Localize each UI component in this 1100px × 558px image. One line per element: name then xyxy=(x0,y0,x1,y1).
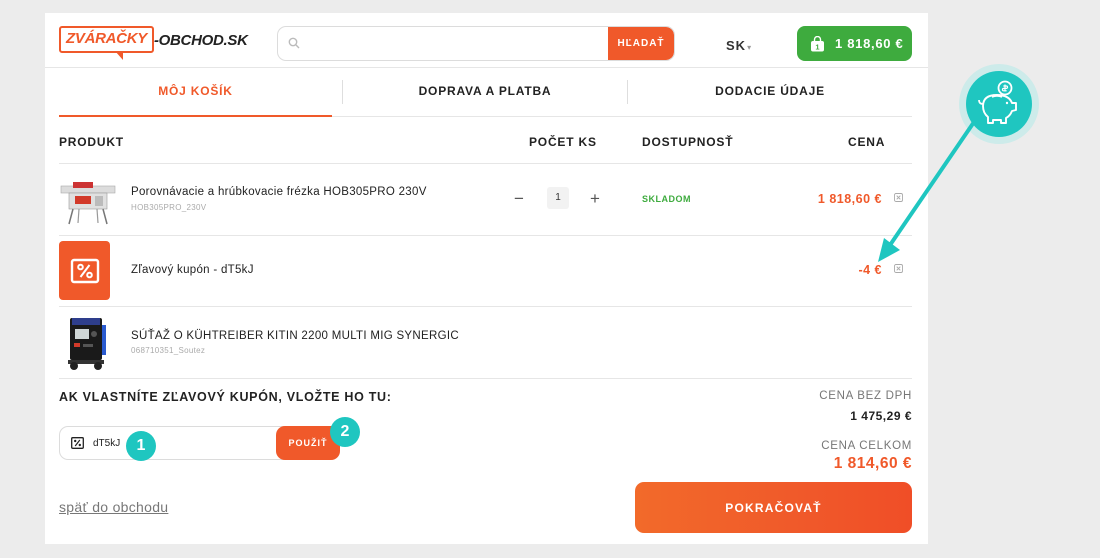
qty-increase-button[interactable]: + xyxy=(590,189,600,209)
subtotal-label: CENA BEZ DPH xyxy=(819,390,912,402)
qty-input[interactable]: 1 xyxy=(547,187,569,209)
logo-box: ZVÁRAČKY xyxy=(59,26,154,60)
column-header-availability: DOSTUPNOSŤ xyxy=(642,135,734,149)
row-divider xyxy=(59,306,912,307)
column-header-product: PRODUKT xyxy=(59,135,124,149)
tab-delivery-details[interactable]: DODACIE ÚDAJE xyxy=(628,84,912,98)
qty-decrease-button[interactable]: − xyxy=(514,189,524,209)
logo-main: ZVÁRAČKY xyxy=(66,30,147,47)
logo-rest-text: -OBCHOD xyxy=(153,32,224,49)
continue-button[interactable]: POKRAČOVAŤ xyxy=(635,482,912,533)
coupon-item-name: Zľavový kupón - dT5kJ xyxy=(131,264,254,276)
shopping-bag-icon: 1 xyxy=(811,35,824,51)
step-badge-1: 1 xyxy=(126,431,156,461)
product-image-planer[interactable] xyxy=(59,178,117,226)
language-selector[interactable]: SK▾ xyxy=(726,38,752,53)
logo-rest: -OBCHOD.SK xyxy=(154,32,248,49)
search-input[interactable] xyxy=(308,27,608,60)
availability-badge: SKLADOM xyxy=(642,194,691,204)
total-label: CENA CELKOM xyxy=(821,440,912,452)
site-logo[interactable]: ZVÁRAČKY -OBCHOD.SK xyxy=(59,26,248,64)
search-icon xyxy=(288,37,300,49)
tab-shipping-payment[interactable]: DOPRAVA A PLATBA xyxy=(343,84,627,98)
table-head-divider xyxy=(59,163,912,164)
product-image-welder[interactable] xyxy=(63,315,109,371)
tab-my-cart[interactable]: MÔJ KOŠÍK xyxy=(59,84,332,98)
product-code: HOB305PRO_230V xyxy=(131,203,207,212)
coupon-input[interactable] xyxy=(93,427,273,459)
step-badge-2: 2 xyxy=(330,417,360,447)
header-divider xyxy=(45,67,928,68)
annotation-arrow xyxy=(878,120,976,262)
logo-tail xyxy=(115,51,123,60)
chevron-down-icon: ▾ xyxy=(747,43,753,52)
coupon-thumbnail xyxy=(59,241,110,300)
contest-item-code: 068710351_Soutez xyxy=(131,346,206,355)
cart-total: 1 818,60 € xyxy=(835,36,904,51)
coupon-prompt: AK VLASTNÍTE ZĽAVOVÝ KUPÓN, VLOŽTE HO TU… xyxy=(59,390,392,404)
product-name[interactable]: Porovnávacie a hrúbkovacie frézka HOB305… xyxy=(131,186,427,198)
row-divider xyxy=(59,378,912,379)
search-button[interactable]: HĽADAŤ xyxy=(608,27,674,60)
language-code: SK xyxy=(726,38,747,53)
column-header-qty: POČET KS xyxy=(529,135,597,149)
search-bar: HĽADAŤ xyxy=(277,26,675,61)
contest-item-name[interactable]: SÚŤAŽ O KÜHTREIBER KITIN 2200 MULTI MIG … xyxy=(131,330,459,342)
logo-tld: .SK xyxy=(223,32,248,49)
percent-icon xyxy=(71,437,84,449)
active-step-indicator xyxy=(59,115,332,117)
total-value: 1 814,60 € xyxy=(833,455,912,472)
subtotal-value: 1 475,29 € xyxy=(850,409,912,423)
row-divider xyxy=(59,235,912,236)
percent-icon xyxy=(70,258,99,283)
cart-count: 1 xyxy=(815,42,819,51)
cart-button[interactable]: 1 1 818,60 € xyxy=(797,26,912,61)
back-to-shop-link[interactable]: späť do obchodu xyxy=(59,499,168,515)
